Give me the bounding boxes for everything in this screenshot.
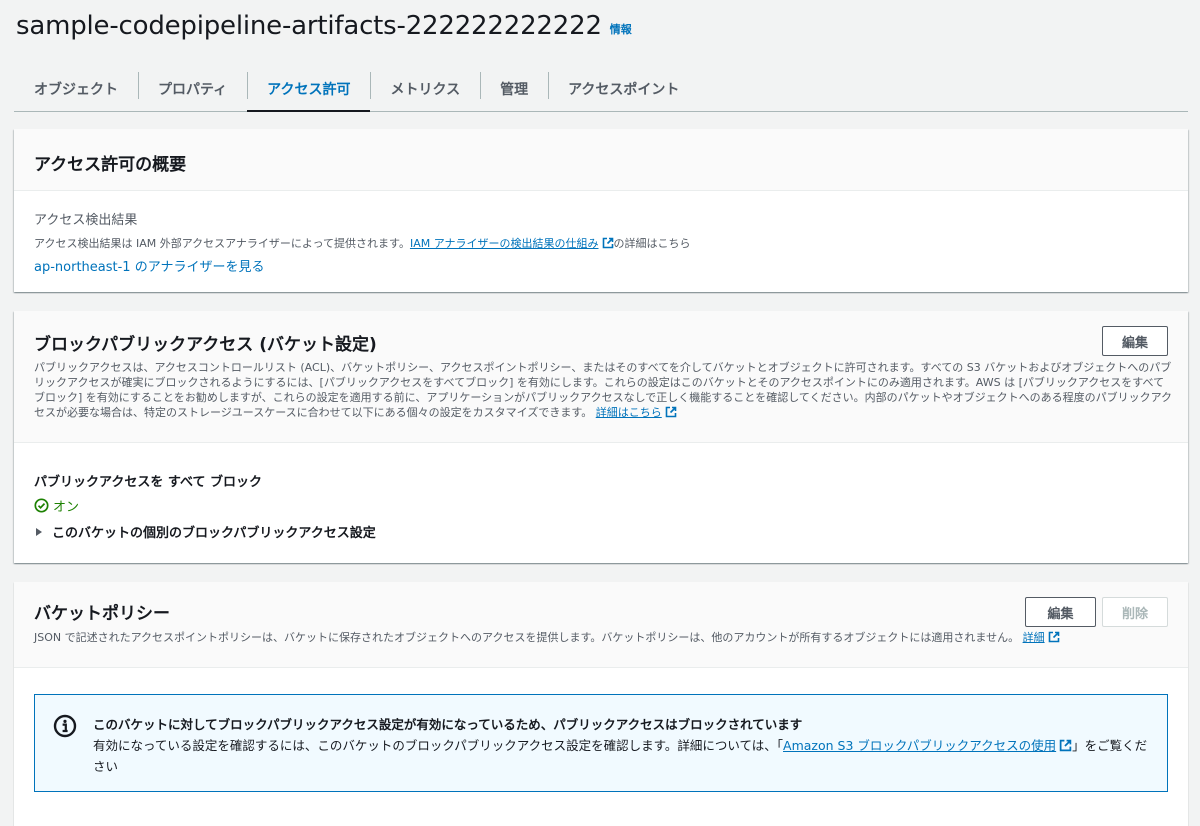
bucket-policy-description: JSON で記述されたアクセスポイントポリシーは、バケットに保存されたオブジェク… bbox=[34, 630, 1060, 645]
bucket-policy-edit-button[interactable]: 編集 bbox=[1025, 597, 1096, 627]
alert-text-prefix: 有効になっている設定を確認するには、このバケットのブロックパブリックアクセス設定… bbox=[93, 738, 784, 753]
block-public-access-learn-more-link[interactable]: 詳細はこちら bbox=[596, 406, 677, 419]
permissions-overview-panel: アクセス許可の概要 アクセス検出結果 アクセス検出結果は IAM 外部アクセスア… bbox=[14, 129, 1188, 292]
tab-metrics[interactable]: メトリクス bbox=[370, 66, 480, 111]
tab-permissions[interactable]: アクセス許可 bbox=[247, 66, 371, 112]
external-link-icon bbox=[1059, 739, 1072, 752]
external-link-icon bbox=[602, 237, 613, 249]
permissions-overview-title: アクセス許可の概要 bbox=[34, 155, 187, 175]
access-findings-desc-prefix: アクセス検出結果は IAM 外部アクセスアナライザーによって提供されます。 bbox=[34, 237, 410, 250]
caret-right-icon bbox=[36, 527, 42, 536]
block-public-access-description: パブリックアクセスは、アクセスコントロールリスト (ACL)、バケットポリシー、… bbox=[34, 360, 1174, 420]
individual-bpa-settings-label: このバケットの個別のブロックパブリックアクセス設定 bbox=[52, 526, 376, 541]
block-public-access-edit-button[interactable]: 編集 bbox=[1102, 326, 1168, 356]
tab-objects[interactable]: オブジェクト bbox=[14, 66, 138, 111]
bucket-policy-title: バケットポリシー bbox=[34, 604, 170, 624]
info-icon bbox=[53, 714, 77, 738]
s3-bucket-permissions-page: sample-codepipeline-artifacts-2222222222… bbox=[0, 0, 1200, 826]
check-circle-icon bbox=[34, 498, 49, 513]
access-findings-section: アクセス検出結果 アクセス検出結果は IAM 外部アクセスアナライザーによって提… bbox=[34, 209, 1168, 275]
bucket-policy-learn-more-text: 詳細 bbox=[1022, 631, 1045, 644]
block-public-access-panel: ブロックパブリックアクセス (バケット設定) 編集 パブリックアクセスは、アクセ… bbox=[14, 311, 1188, 563]
alert-text: 有効になっている設定を確認するには、このバケットのブロックパブリックアクセス設定… bbox=[93, 735, 1153, 777]
bucket-policy-learn-more-link[interactable]: 詳細 bbox=[1023, 631, 1060, 644]
external-link-icon bbox=[1048, 631, 1059, 643]
s3-bpa-usage-link-text: Amazon S3 ブロックパブリックアクセスの使用 bbox=[783, 738, 1057, 753]
external-link-icon bbox=[665, 406, 677, 418]
info-link[interactable]: 情報 bbox=[610, 21, 632, 37]
status-on-text: オン bbox=[53, 500, 80, 515]
block-public-access-header: ブロックパブリックアクセス (バケット設定) 編集 パブリックアクセスは、アクセ… bbox=[14, 311, 1188, 443]
permissions-overview-header: アクセス許可の概要 bbox=[14, 129, 1188, 191]
iam-analyzer-findings-link[interactable]: IAM アナライザーの検出結果の仕組み bbox=[410, 237, 614, 250]
page-title: sample-codepipeline-artifacts-2222222222… bbox=[16, 11, 602, 41]
page-header: sample-codepipeline-artifacts-2222222222… bbox=[16, 6, 632, 46]
block-public-access-title: ブロックパブリックアクセス (バケット設定) bbox=[34, 335, 377, 355]
s3-bpa-usage-link[interactable]: Amazon S3 ブロックパブリックアクセスの使用 bbox=[783, 738, 1072, 753]
public-access-blocked-alert: このバケットに対してブロックパブリックアクセス設定が有効になっているため、パブリ… bbox=[34, 694, 1168, 792]
bucket-policy-desc-text: JSON で記述されたアクセスポイントポリシーは、バケットに保存されたオブジェク… bbox=[34, 631, 1020, 644]
bucket-policy-delete-button[interactable]: 削除 bbox=[1102, 597, 1168, 627]
block-all-public-access-section: パブリックアクセスを すべて ブロック オン このバケットの個別のブロックパブリ… bbox=[34, 471, 376, 541]
iam-analyzer-findings-link-text: IAM アナライザーの検出結果の仕組み bbox=[409, 237, 599, 250]
tab-management[interactable]: 管理 bbox=[480, 66, 548, 111]
block-all-public-access-label: パブリックアクセスを すべて ブロック bbox=[34, 475, 262, 490]
status-on-indicator: オン bbox=[34, 496, 376, 515]
tab-bar: オブジェクト プロパティ アクセス許可 メトリクス 管理 アクセスポイント bbox=[14, 66, 1188, 112]
block-public-access-learn-more-text: 詳細はこちら bbox=[595, 406, 662, 419]
access-findings-desc-suffix: の詳細はこちら bbox=[613, 237, 691, 250]
bucket-policy-panel: バケットポリシー 編集 削除 JSON で記述されたアクセスポイントポリシーは、… bbox=[14, 582, 1188, 826]
view-analyzer-link[interactable]: ap-northeast-1 のアナライザーを見る bbox=[34, 256, 1168, 275]
tab-access-points[interactable]: アクセスポイント bbox=[548, 66, 699, 111]
individual-bpa-settings-expander[interactable]: このバケットの個別のブロックパブリックアクセス設定 bbox=[34, 522, 376, 541]
access-findings-label: アクセス検出結果 bbox=[34, 213, 138, 228]
alert-title: このバケットに対してブロックパブリックアクセス設定が有効になっているため、パブリ… bbox=[93, 717, 803, 732]
tab-properties[interactable]: プロパティ bbox=[138, 66, 247, 111]
access-findings-description: アクセス検出結果は IAM 外部アクセスアナライザーによって提供されます。IAM… bbox=[34, 235, 1168, 251]
bucket-policy-header: バケットポリシー 編集 削除 JSON で記述されたアクセスポイントポリシーは、… bbox=[14, 582, 1188, 668]
